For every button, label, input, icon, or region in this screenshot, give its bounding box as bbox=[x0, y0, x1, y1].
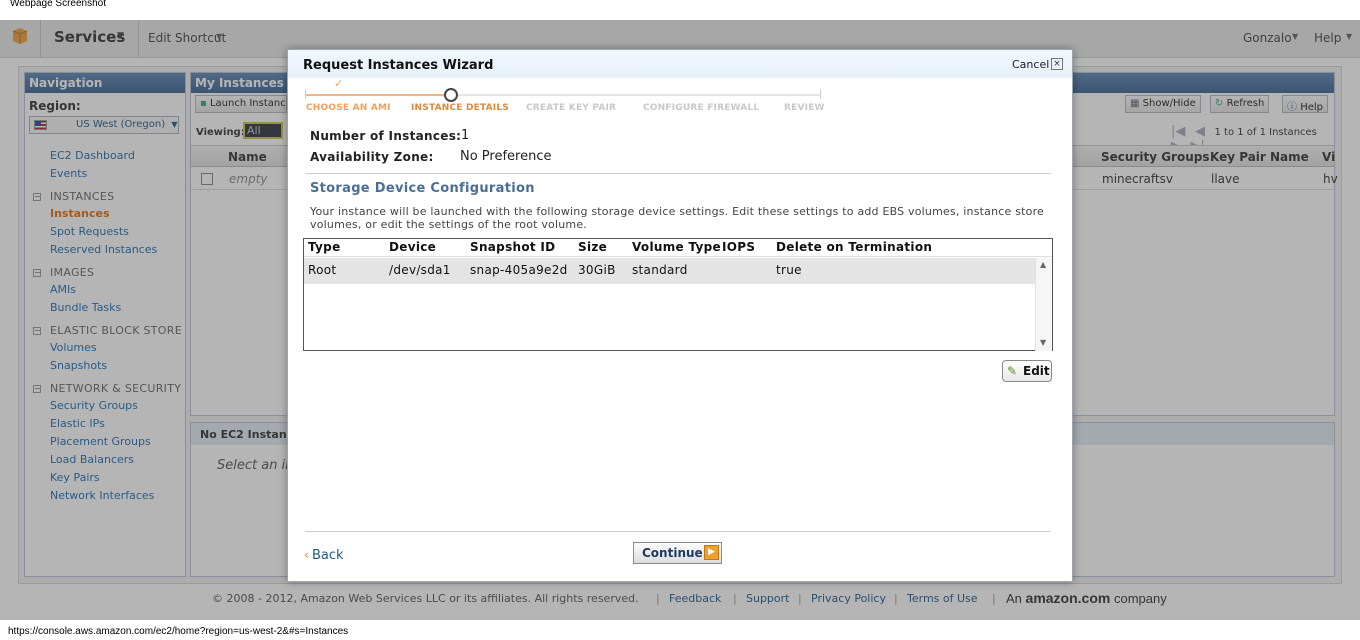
request-instances-wizard: Request Instances Wizard Cancel × ✓ CHOO… bbox=[287, 49, 1073, 582]
storage-table: Type Device Snapshot ID Size Volume Type… bbox=[303, 238, 1053, 351]
cancel-link[interactable]: Cancel bbox=[1012, 58, 1049, 71]
back-link[interactable]: Back bbox=[312, 548, 344, 563]
step-choose-ami: CHOOSE AN AMI bbox=[306, 103, 391, 113]
cell-size: 30GiB bbox=[578, 263, 616, 277]
steps-progress bbox=[305, 94, 453, 96]
chevron-left-icon[interactable]: ‹ bbox=[304, 548, 309, 562]
col-volume-type: Volume Type bbox=[632, 240, 721, 254]
edit-label: Edit bbox=[1023, 364, 1050, 378]
scroll-down-icon[interactable]: ▼ bbox=[1040, 338, 1046, 347]
scroll-up-icon[interactable]: ▲ bbox=[1040, 260, 1046, 269]
current-step-indicator bbox=[444, 88, 458, 102]
edit-button[interactable]: ✎ Edit bbox=[1002, 360, 1052, 382]
checkmark-icon: ✓ bbox=[334, 77, 344, 90]
col-type: Type bbox=[308, 240, 341, 254]
cell-delete: true bbox=[776, 263, 802, 277]
divider bbox=[305, 173, 1051, 174]
storage-description: Your instance will be launched with the … bbox=[310, 205, 1045, 231]
status-bar-url: https://console.aws.amazon.com/ec2/home?… bbox=[8, 626, 349, 637]
availability-zone-value: No Preference bbox=[460, 149, 552, 164]
table-row[interactable]: Root /dev/sda1 snap-405a9e2d 30GiB stand… bbox=[304, 258, 1035, 284]
step-tick bbox=[820, 89, 821, 99]
pencil-icon: ✎ bbox=[1007, 364, 1018, 378]
play-arrow-icon: ▶ bbox=[704, 545, 719, 560]
divider bbox=[305, 531, 1051, 532]
col-size: Size bbox=[578, 240, 608, 254]
col-snapshot-id: Snapshot ID bbox=[470, 240, 556, 254]
storage-section-title: Storage Device Configuration bbox=[310, 181, 535, 196]
cell-volume-type: standard bbox=[632, 263, 688, 277]
col-delete-on-termination: Delete on Termination bbox=[776, 240, 933, 254]
step-review: REVIEW bbox=[784, 103, 825, 113]
step-configure-firewall: CONFIGURE FIREWALL bbox=[643, 103, 760, 113]
continue-label: Continue bbox=[642, 546, 703, 560]
dialog-title: Request Instances Wizard bbox=[303, 58, 494, 73]
step-instance-details: INSTANCE DETAILS bbox=[411, 103, 509, 113]
continue-button[interactable]: Continue ▶ bbox=[633, 542, 722, 564]
number-of-instances-value: 1 bbox=[461, 128, 470, 143]
number-of-instances-label: Number of Instances: bbox=[310, 129, 462, 143]
step-create-key-pair: CREATE KEY PAIR bbox=[526, 103, 617, 113]
col-device: Device bbox=[389, 240, 437, 254]
col-iops: IOPS bbox=[722, 240, 756, 254]
storage-table-header: Type Device Snapshot ID Size Volume Type… bbox=[304, 239, 1052, 257]
availability-zone-label: Availability Zone: bbox=[310, 150, 434, 164]
table-scrollbar[interactable]: ▲ ▼ bbox=[1035, 258, 1052, 351]
cell-type: Root bbox=[308, 263, 337, 277]
page-caption: Webpage Screenshot bbox=[10, 0, 106, 9]
step-tick bbox=[305, 89, 306, 99]
cell-snapshot: snap-405a9e2d bbox=[470, 263, 568, 277]
cell-device: /dev/sda1 bbox=[389, 263, 451, 277]
close-icon[interactable]: × bbox=[1051, 58, 1063, 70]
